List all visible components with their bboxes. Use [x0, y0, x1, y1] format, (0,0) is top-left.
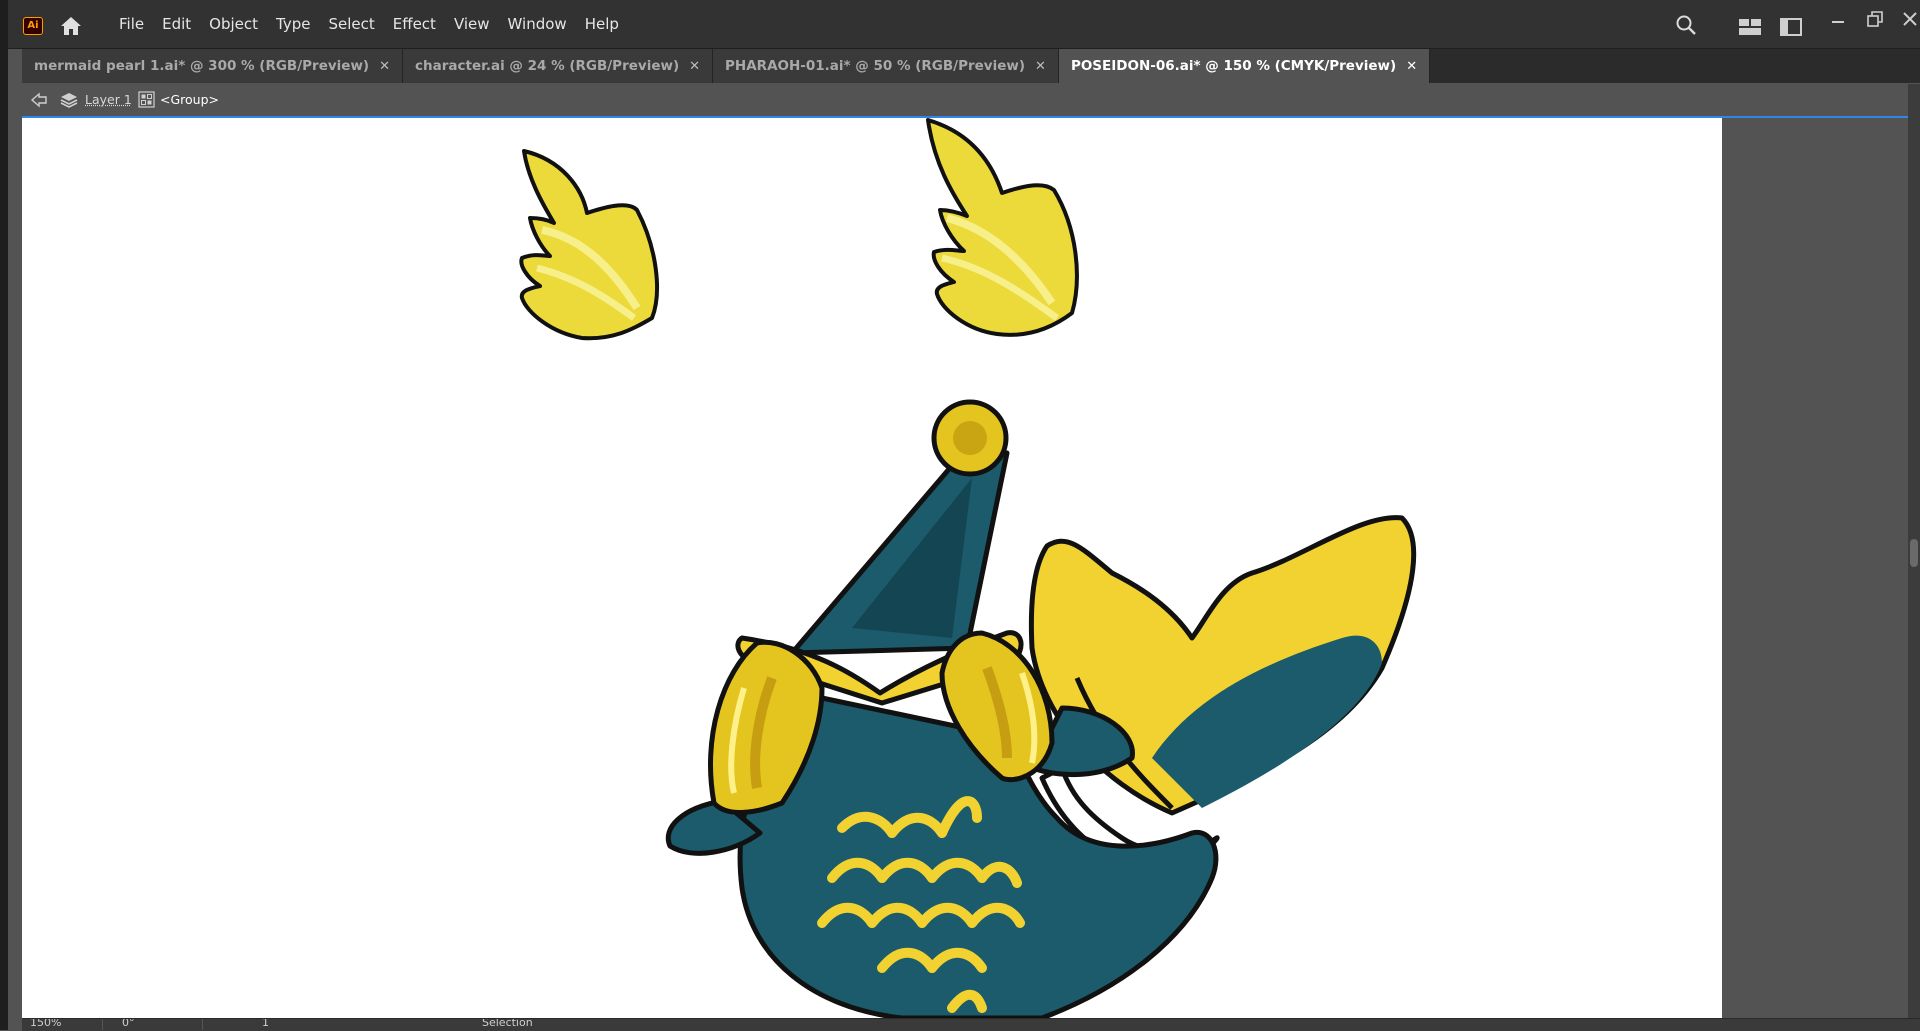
gold-leaf-left: [519, 149, 659, 341]
group-icon: [138, 91, 155, 108]
artboard-number[interactable]: 1: [262, 1019, 269, 1029]
gold-leaf-right: [926, 118, 1079, 337]
tab-pharaoh[interactable]: PHARAOH-01.ai* @ 50 % (RGB/Preview) ✕: [713, 49, 1059, 83]
arrange-documents-icon[interactable]: [1738, 17, 1762, 37]
tab-label: POSEIDON-06.ai* @ 150 % (CMYK/Preview): [1070, 58, 1397, 74]
vertical-scrollbar[interactable]: [1908, 84, 1920, 1018]
tab-label: PHARAOH-01.ai* @ 50 % (RGB/Preview): [725, 58, 1026, 74]
menu-view[interactable]: View: [445, 15, 499, 33]
menu-bar: File Edit Object Type Select Effect View…: [110, 0, 628, 48]
tab-character[interactable]: character.ai @ 24 % (RGB/Preview) ✕: [403, 49, 714, 83]
back-arrow-icon[interactable]: [30, 92, 48, 108]
panel-layout-icon[interactable]: [1780, 17, 1802, 37]
menu-file[interactable]: File: [110, 15, 153, 33]
search-icon[interactable]: [1675, 14, 1697, 36]
zoom-level[interactable]: 150%: [30, 1019, 61, 1029]
menu-select[interactable]: Select: [319, 15, 383, 33]
layers-icon: [60, 93, 78, 108]
tab-close-icon[interactable]: ✕: [1035, 59, 1046, 74]
status-divider: [102, 1019, 103, 1030]
tab-mermaid-pearl[interactable]: mermaid pearl 1.ai* @ 300 % (RGB/Preview…: [22, 49, 403, 83]
application-bar: Ai File Edit Object Type Select Effect V…: [8, 0, 1920, 49]
current-tool[interactable]: Selection: [482, 1019, 533, 1029]
poseidon-artwork: [519, 118, 1417, 1018]
tab-close-icon[interactable]: ✕: [689, 59, 700, 74]
menu-effect[interactable]: Effect: [384, 15, 445, 33]
menu-object[interactable]: Object: [200, 15, 267, 33]
rotate-view-angle[interactable]: 0°: [122, 1019, 135, 1029]
illustrator-logo: Ai: [23, 17, 43, 35]
scrollbar-thumb[interactable]: [1910, 539, 1918, 567]
tab-close-icon[interactable]: ✕: [1406, 59, 1417, 74]
tab-close-icon[interactable]: ✕: [379, 59, 390, 74]
artboard-canvas[interactable]: [22, 118, 1722, 1018]
isolation-mode-breadcrumb: Layer 1 <Group>: [22, 84, 1908, 118]
breadcrumb-layer[interactable]: Layer 1: [85, 92, 132, 107]
breadcrumb-group[interactable]: <Group>: [160, 92, 219, 107]
tab-poseidon[interactable]: POSEIDON-06.ai* @ 150 % (CMYK/Preview) ✕: [1058, 49, 1431, 83]
menu-edit[interactable]: Edit: [153, 15, 200, 33]
restore-icon[interactable]: [1866, 10, 1884, 28]
menu-window[interactable]: Window: [499, 15, 576, 33]
home-icon[interactable]: [58, 13, 84, 39]
status-divider: [202, 1019, 203, 1030]
pasteboard-area[interactable]: [1722, 118, 1908, 1018]
tab-label: mermaid pearl 1.ai* @ 300 % (RGB/Preview…: [34, 58, 370, 74]
close-icon[interactable]: [1902, 11, 1918, 27]
menu-type[interactable]: Type: [267, 15, 319, 33]
minimize-icon[interactable]: [1830, 12, 1846, 28]
status-bar: 150% 0° 1 Selection: [22, 1018, 1920, 1031]
document-tab-bar: mermaid pearl 1.ai* @ 300 % (RGB/Preview…: [22, 49, 1920, 83]
tab-label: character.ai @ 24 % (RGB/Preview): [415, 58, 680, 74]
left-edge-strip: [0, 0, 8, 1030]
menu-help[interactable]: Help: [576, 15, 628, 33]
